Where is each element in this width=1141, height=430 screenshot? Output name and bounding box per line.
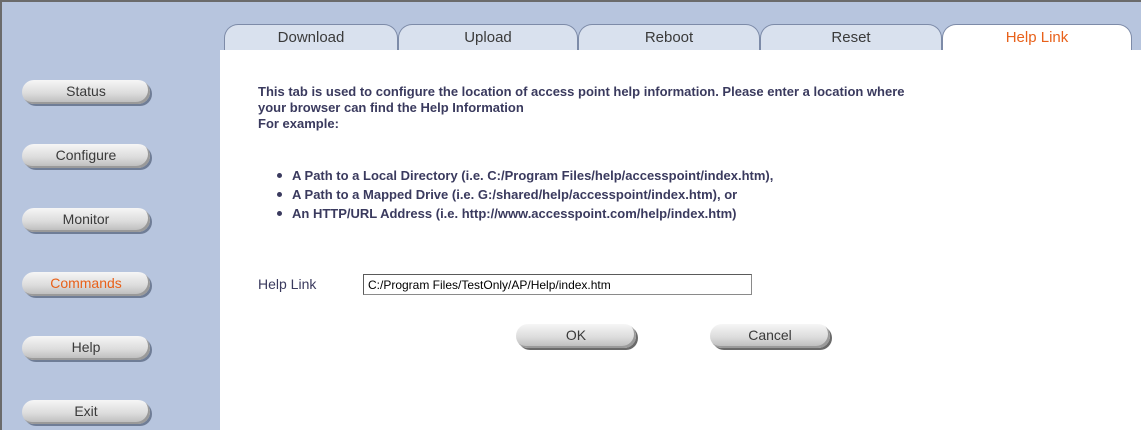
description-line-1: This tab is used to configure the locati… (258, 84, 905, 99)
tab-reset[interactable]: Reset (760, 24, 942, 52)
help-link-input[interactable] (363, 274, 752, 295)
cancel-button[interactable]: Cancel (710, 324, 830, 348)
tab-download[interactable]: Download (224, 24, 398, 52)
example-local-directory: A Path to a Local Directory (i.e. C:/Pro… (274, 166, 773, 185)
description-line-2: your browser can find the Help Informati… (258, 100, 524, 115)
description-line-3: For example: (258, 116, 339, 131)
help-link-label: Help Link (258, 276, 317, 292)
example-http-url: An HTTP/URL Address (i.e. http://www.acc… (274, 204, 773, 223)
sidebar: Status Configure Monitor Commands Help E… (2, 2, 220, 430)
nav-configure-button[interactable]: Configure (22, 144, 150, 168)
nav-monitor-button[interactable]: Monitor (22, 208, 150, 232)
tab-upload[interactable]: Upload (398, 24, 578, 52)
nav-exit-button[interactable]: Exit (22, 400, 150, 424)
tab-help-link[interactable]: Help Link (942, 24, 1132, 52)
nav-commands-button[interactable]: Commands (22, 272, 150, 296)
tab-strip: Download Upload Reboot Reset Help Link (220, 2, 1141, 52)
ok-button[interactable]: OK (516, 324, 636, 348)
tab-reboot[interactable]: Reboot (578, 24, 760, 52)
main-content: This tab is used to configure the locati… (220, 50, 1141, 430)
help-link-description: This tab is used to configure the locati… (258, 84, 1118, 132)
examples-list: A Path to a Local Directory (i.e. C:/Pro… (274, 166, 773, 223)
example-mapped-drive: A Path to a Mapped Drive (i.e. G:/shared… (274, 185, 773, 204)
nav-help-button[interactable]: Help (22, 336, 150, 360)
nav-status-button[interactable]: Status (22, 80, 150, 104)
